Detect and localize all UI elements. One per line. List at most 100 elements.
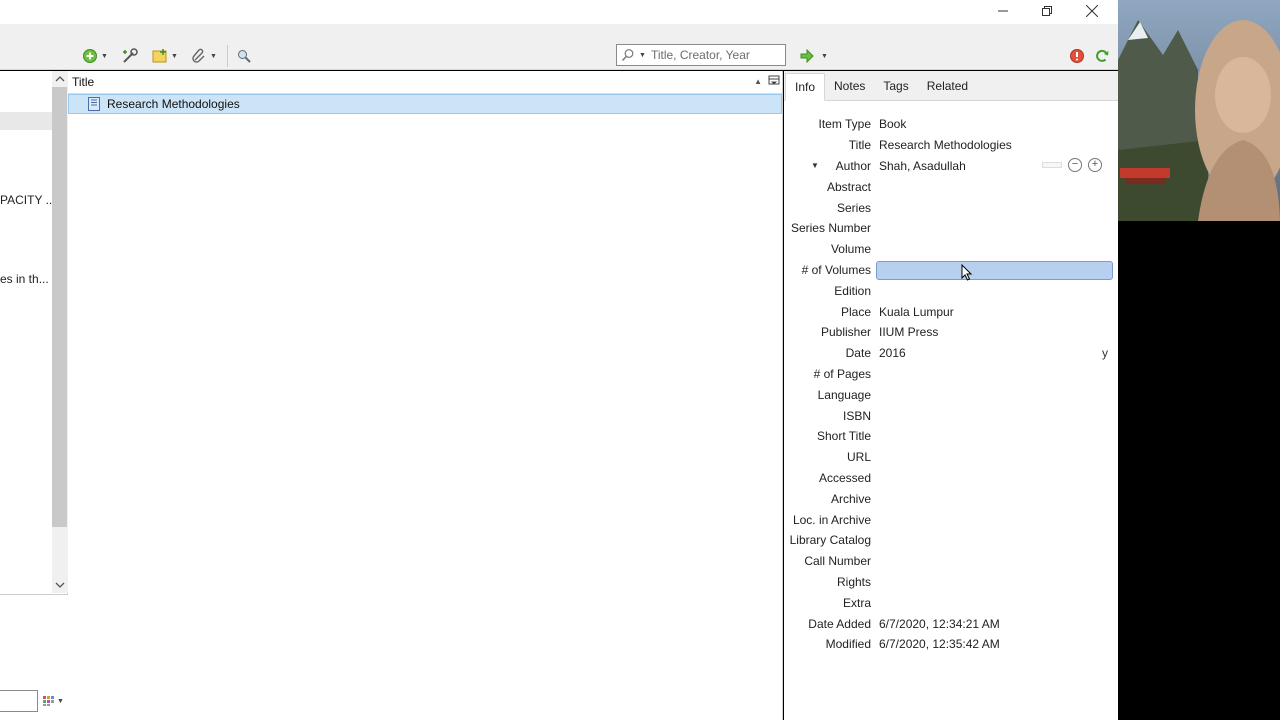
field-label: Rights bbox=[836, 574, 871, 589]
field-short-title: Short Title bbox=[784, 426, 1118, 447]
field-value[interactable]: Research Methodologies bbox=[879, 138, 1012, 152]
field-label: Short Title bbox=[816, 429, 871, 444]
items-pane: Title ▲ Research Methodologies bbox=[68, 71, 783, 720]
collapsed-item-text-2[interactable]: es in th... bbox=[0, 272, 49, 286]
main-toolbar: ▼ ▼ ▼ ▼ bbox=[0, 24, 1118, 70]
field-author: ▼ Author Shah, Asadullah − + bbox=[784, 156, 1118, 177]
item-row[interactable]: Research Methodologies bbox=[68, 94, 782, 114]
creator-type-caret-icon[interactable]: ▼ bbox=[811, 161, 819, 170]
tag-actions-button[interactable]: ▼ bbox=[43, 695, 64, 707]
toolbar-separator bbox=[227, 45, 228, 67]
field-abstract: Abstract bbox=[784, 176, 1118, 197]
webcam-overlay bbox=[1118, 0, 1280, 221]
attachment-button[interactable]: ▼ bbox=[191, 46, 217, 66]
field-value[interactable]: Kuala Lumpur bbox=[879, 305, 954, 319]
title-column-header[interactable]: Title bbox=[72, 75, 94, 89]
field-value[interactable]: Book bbox=[879, 117, 906, 131]
field-date-added: Date Added 6/7/2020, 12:34:21 AM bbox=[784, 613, 1118, 634]
item-fields: Item Type Book Title Research Methodolog… bbox=[784, 114, 1118, 655]
scroll-down-icon[interactable] bbox=[54, 581, 66, 589]
sync-icon bbox=[1096, 49, 1109, 62]
search-mode-caret-icon[interactable]: ▼ bbox=[639, 52, 646, 59]
dropdown-caret-icon: ▼ bbox=[210, 52, 217, 60]
field-label[interactable]: Author bbox=[784, 159, 871, 173]
field-url: URL bbox=[784, 447, 1118, 468]
add-by-identifier-button[interactable] bbox=[121, 46, 139, 66]
field-label: URL bbox=[846, 450, 871, 465]
field-num-pages: # of Pages bbox=[784, 364, 1118, 385]
field-label: Extra bbox=[842, 595, 871, 610]
field-call-number: Call Number bbox=[784, 551, 1118, 572]
field-series: Series bbox=[784, 197, 1118, 218]
new-note-button[interactable]: ▼ bbox=[152, 46, 178, 66]
num-volumes-input[interactable] bbox=[876, 260, 1113, 280]
dropdown-caret-icon: ▼ bbox=[57, 697, 64, 705]
remove-author-button[interactable]: − bbox=[1068, 157, 1082, 172]
tag-filter-input[interactable] bbox=[0, 690, 38, 712]
search-box[interactable]: ▼ bbox=[616, 44, 786, 66]
tab-notes[interactable]: Notes bbox=[825, 72, 874, 100]
webcam-image bbox=[1118, 0, 1280, 221]
selected-collection-row[interactable] bbox=[0, 112, 52, 130]
dropdown-caret-icon: ▼ bbox=[821, 52, 828, 60]
close-button[interactable] bbox=[1070, 0, 1114, 22]
dropdown-caret-icon: ▼ bbox=[171, 52, 178, 60]
field-label: Library Catalog bbox=[789, 533, 871, 548]
field-label: Accessed bbox=[818, 470, 871, 485]
field-num-volumes: # of Volumes bbox=[784, 260, 1118, 281]
restore-button[interactable] bbox=[1025, 0, 1069, 22]
field-extra: Extra bbox=[784, 592, 1118, 613]
field-date: Date 2016 y bbox=[784, 343, 1118, 364]
field-label: Language bbox=[817, 387, 871, 402]
tab-tags[interactable]: Tags bbox=[874, 72, 917, 100]
sync-error-button[interactable] bbox=[1069, 46, 1085, 66]
field-language: Language bbox=[784, 384, 1118, 405]
field-label: Date bbox=[845, 346, 871, 361]
restore-icon bbox=[1042, 6, 1052, 16]
field-rights: Rights bbox=[784, 572, 1118, 593]
field-value[interactable]: Shah, Asadullah bbox=[879, 159, 966, 173]
tab-info[interactable]: Info bbox=[785, 73, 826, 101]
field-edition: Edition bbox=[784, 280, 1118, 301]
attachment-icon bbox=[192, 48, 205, 63]
add-author-button[interactable]: + bbox=[1088, 157, 1102, 172]
field-label: Edition bbox=[834, 283, 871, 298]
tab-related[interactable]: Related bbox=[918, 72, 977, 100]
collapsed-item-text-1[interactable]: PACITY ... bbox=[0, 193, 56, 207]
field-label: Series Number bbox=[790, 221, 871, 236]
field-place: Place Kuala Lumpur bbox=[784, 301, 1118, 322]
search-input[interactable] bbox=[650, 48, 781, 62]
field-label: Volume bbox=[830, 242, 871, 257]
name-mode-switch[interactable] bbox=[1042, 161, 1062, 168]
window-titlebar bbox=[0, 0, 1118, 24]
dropdown-caret-icon: ▼ bbox=[101, 52, 108, 60]
field-value[interactable]: 2016 bbox=[879, 346, 906, 360]
field-label: Call Number bbox=[804, 554, 871, 569]
field-label: Modified bbox=[825, 637, 871, 652]
forward-arrow-icon bbox=[800, 49, 814, 63]
field-value: 6/7/2020, 12:34:21 AM bbox=[879, 616, 1000, 631]
field-archive: Archive bbox=[784, 488, 1118, 509]
forward-button[interactable]: ▼ bbox=[800, 46, 828, 66]
field-label: Date Added bbox=[808, 616, 871, 631]
new-note-icon bbox=[152, 49, 167, 63]
sort-ascending-icon: ▲ bbox=[754, 77, 762, 86]
field-isbn: ISBN bbox=[784, 405, 1118, 426]
field-series-number: Series Number bbox=[784, 218, 1118, 239]
new-item-button[interactable]: ▼ bbox=[82, 46, 108, 66]
field-library-catalog: Library Catalog bbox=[784, 530, 1118, 551]
column-picker-icon[interactable] bbox=[768, 75, 780, 87]
left-scrollbar-thumb[interactable] bbox=[52, 87, 67, 527]
date-format-indicator: y bbox=[1102, 346, 1108, 361]
minimize-button[interactable] bbox=[981, 0, 1025, 22]
field-publisher: Publisher IIUM Press bbox=[784, 322, 1118, 343]
scroll-up-icon[interactable] bbox=[54, 75, 66, 83]
field-value[interactable]: IIUM Press bbox=[879, 325, 938, 339]
mouse-cursor-icon bbox=[961, 263, 973, 281]
locate-button[interactable] bbox=[236, 46, 252, 66]
field-label: ISBN bbox=[842, 408, 871, 423]
sync-button[interactable] bbox=[1094, 46, 1110, 66]
field-loc-in-archive: Loc. in Archive bbox=[784, 509, 1118, 530]
items-column-header[interactable]: Title ▲ bbox=[68, 71, 782, 94]
locate-icon bbox=[238, 50, 251, 63]
